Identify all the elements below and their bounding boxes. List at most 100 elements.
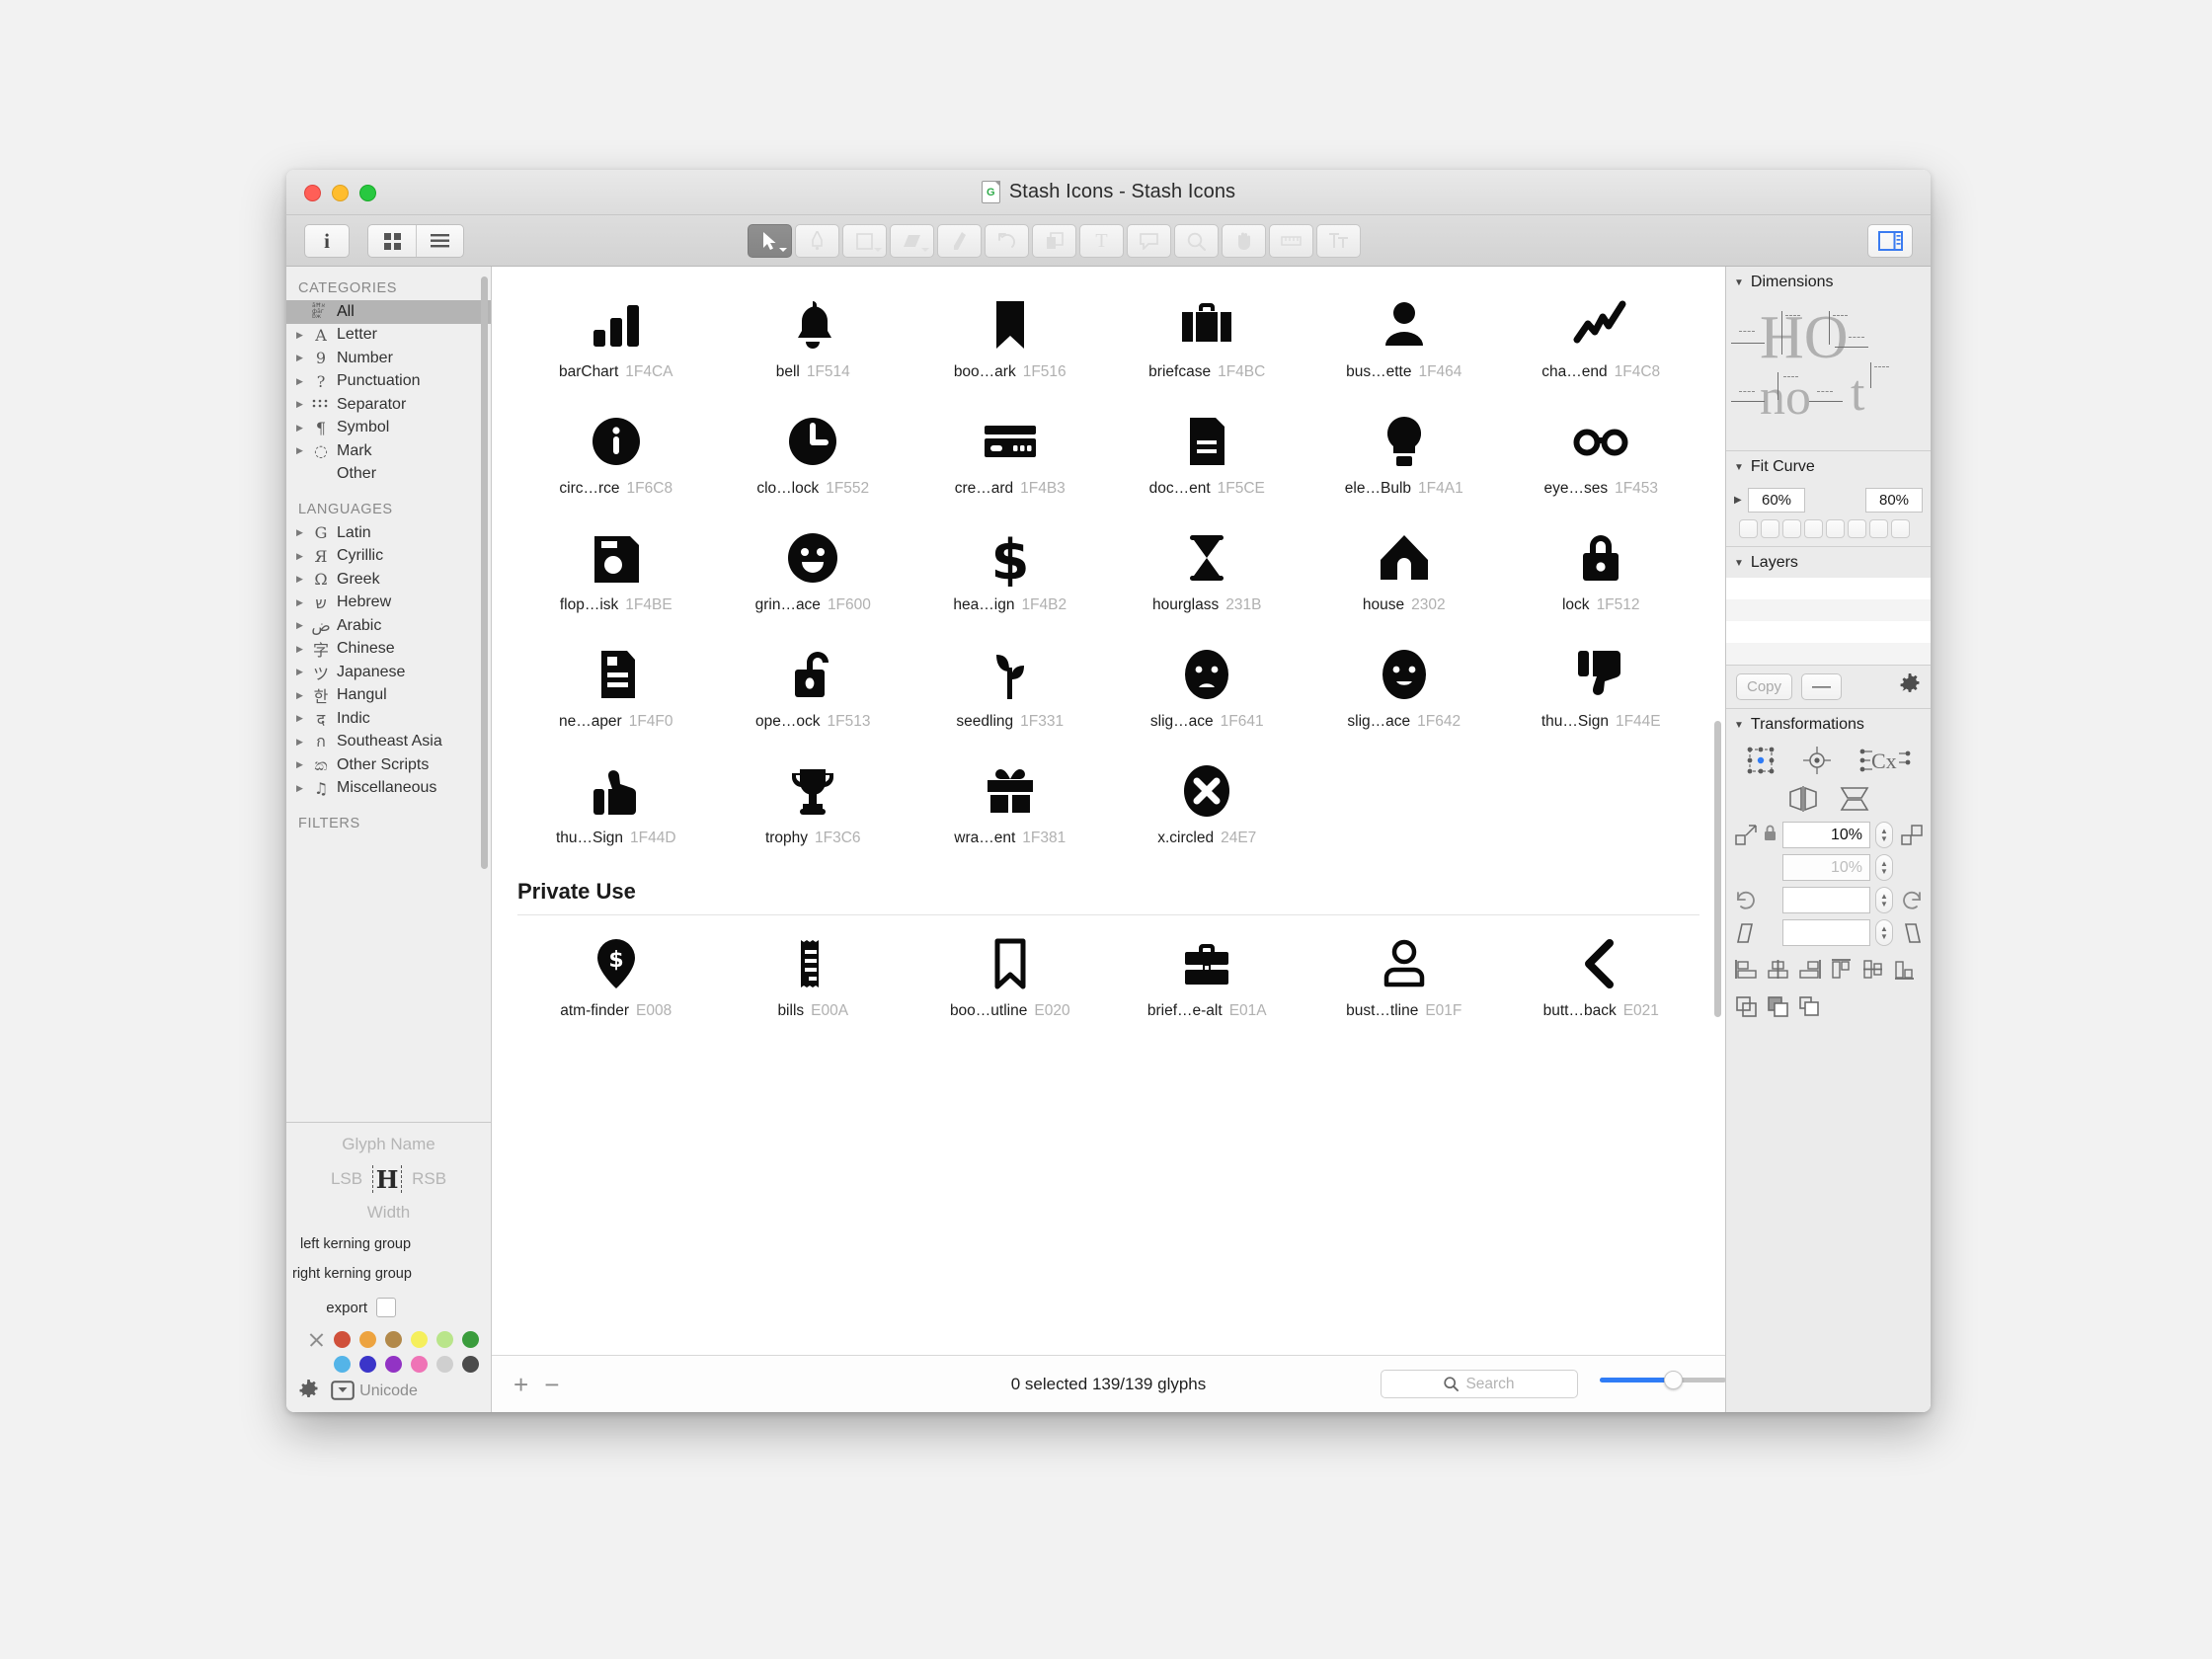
disclosure-triangle-icon[interactable]: ▶: [294, 667, 305, 677]
list-view-button[interactable]: [416, 225, 463, 257]
sidebar-item-cyrillic[interactable]: ▶ Я Cyrillic: [286, 545, 491, 569]
sidebar-item-indic[interactable]: ▶ द Indic: [286, 707, 491, 731]
zoom-slider-knob[interactable]: [1664, 1371, 1684, 1389]
union-shapes-icon[interactable]: [1734, 994, 1759, 1024]
color-swatch-2-0[interactable]: [334, 1356, 351, 1373]
scale-y-input[interactable]: 10%: [1782, 854, 1870, 881]
color-swatch-2-1[interactable]: [359, 1356, 376, 1373]
scale-x-input[interactable]: 10%: [1782, 822, 1870, 848]
transform-bounds-icon[interactable]: [1746, 746, 1776, 780]
glyph-cell[interactable]: bills E00A: [715, 921, 912, 1038]
fit-curve-expand-icon[interactable]: ▶: [1734, 495, 1748, 506]
measure-tool[interactable]: [1269, 224, 1313, 258]
slant-input[interactable]: [1782, 919, 1870, 946]
pencil-tool[interactable]: [937, 224, 982, 258]
glyph-cell[interactable]: hourglass 231B: [1109, 515, 1306, 632]
disclosure-triangle-icon[interactable]: ▶: [294, 783, 305, 794]
sidebar-item-arabic[interactable]: ▶ ض Arabic: [286, 614, 491, 638]
color-swatch-2-4[interactable]: [436, 1356, 453, 1373]
rotate-ccw-icon[interactable]: [1732, 890, 1759, 911]
layers-section-header[interactable]: ▼ Layers: [1726, 547, 1931, 578]
fit-curve-preset-5[interactable]: [1848, 519, 1866, 538]
glyph-cell[interactable]: trophy 1F3C6: [715, 749, 912, 865]
fit-curve-preset-0[interactable]: [1739, 519, 1758, 538]
info-button[interactable]: i: [304, 224, 350, 258]
sidebar-item-hangul[interactable]: ▶ 한 Hangul: [286, 684, 491, 708]
glyph-cell[interactable]: brief…e-alt E01A: [1109, 921, 1306, 1038]
sidebar-item-miscellaneous[interactable]: ▶ ♫ Miscellaneous: [286, 777, 491, 801]
glyph-cell[interactable]: briefcase 1F4BC: [1109, 282, 1306, 399]
export-checkbox[interactable]: [376, 1298, 396, 1317]
sidebar-item-latin[interactable]: ▶ G Latin: [286, 521, 491, 545]
fit-curve-preset-2[interactable]: [1782, 519, 1801, 538]
glyph-cell[interactable]: wra…ent 1F381: [911, 749, 1109, 865]
scale-down-icon[interactable]: [1732, 824, 1759, 846]
pen-tool[interactable]: [795, 224, 839, 258]
fit-curve-section-header[interactable]: ▼ Fit Curve: [1726, 451, 1931, 482]
layer-row[interactable]: [1726, 599, 1931, 621]
remove-layer-button[interactable]: —: [1801, 673, 1843, 700]
shape-tool[interactable]: [842, 224, 887, 258]
glyph-cell[interactable]: slig…ace 1F642: [1305, 632, 1503, 749]
sidebar-item-symbol[interactable]: ▶ ¶ Symbol: [286, 417, 491, 440]
disclosure-triangle-icon[interactable]: ▶: [294, 574, 305, 585]
lock-proportions-icon[interactable]: [1764, 825, 1778, 846]
fit-curve-preset-1[interactable]: [1761, 519, 1779, 538]
disclosure-triangle-icon[interactable]: ▶: [294, 690, 305, 701]
glyph-cell[interactable]: eye…ses 1F453: [1503, 399, 1700, 515]
glyph-cell[interactable]: bell 1F514: [715, 282, 912, 399]
glyph-cell[interactable]: $ hea…ign 1F4B2: [911, 515, 1109, 632]
hand-tool[interactable]: [1222, 224, 1266, 258]
transform-tool[interactable]: [1032, 224, 1076, 258]
disclosure-triangle-icon[interactable]: ▶: [294, 399, 305, 410]
glyph-cell[interactable]: x.circled 24E7: [1109, 749, 1306, 865]
disclosure-triangle-icon[interactable]: ▶: [294, 423, 305, 434]
layer-row[interactable]: [1726, 643, 1931, 665]
disclosure-triangle-icon[interactable]: ▼: [1734, 462, 1744, 473]
search-input[interactable]: Search: [1381, 1370, 1578, 1398]
layers-list[interactable]: [1726, 578, 1931, 665]
disclosure-triangle-icon[interactable]: ▶: [294, 644, 305, 655]
flip-vertical-icon[interactable]: [1840, 786, 1869, 817]
disclosure-triangle-icon[interactable]: ▶: [294, 376, 305, 387]
transform-metrics-icon[interactable]: Cx: [1859, 747, 1911, 779]
slant-right-icon[interactable]: [1898, 922, 1925, 944]
disclosure-triangle-icon[interactable]: ▶: [294, 713, 305, 724]
glyph-cell[interactable]: flop…isk 1F4BE: [517, 515, 715, 632]
glyph-cell[interactable]: thu…Sign 1F44E: [1503, 632, 1700, 749]
dimensions-section-header[interactable]: ▼ Dimensions: [1726, 267, 1931, 297]
sidebar-item-chinese[interactable]: ▶ 字 Chinese: [286, 638, 491, 662]
color-swatch-1-2[interactable]: [385, 1331, 402, 1348]
glyph-cell[interactable]: barChart 1F4CA: [517, 282, 715, 399]
disclosure-triangle-icon[interactable]: ▶: [294, 759, 305, 770]
transform-center-icon[interactable]: [1802, 746, 1832, 780]
rotate-cw-icon[interactable]: [1898, 890, 1925, 911]
glyph-cell[interactable]: grin…ace 1F600: [715, 515, 912, 632]
layer-gear-icon[interactable]: [1899, 673, 1921, 700]
transformations-section-header[interactable]: ▼ Transformations: [1726, 709, 1931, 740]
disclosure-triangle-icon[interactable]: ▶: [294, 597, 305, 608]
scale-up-icon[interactable]: [1898, 824, 1925, 846]
select-tool[interactable]: [748, 224, 792, 258]
align-bottom-icon[interactable]: [1892, 957, 1917, 987]
no-color-icon[interactable]: [308, 1331, 325, 1348]
glyph-cell[interactable]: house 2302: [1305, 515, 1503, 632]
glyph-cell[interactable]: circ…rce 1F6C8: [517, 399, 715, 515]
sidebar-item-punctuation[interactable]: ▶? Punctuation: [286, 370, 491, 394]
glyph-cell[interactable]: seedling 1F331: [911, 632, 1109, 749]
eraser-tool[interactable]: [890, 224, 934, 258]
remove-glyph-button[interactable]: −: [544, 1372, 559, 1397]
disclosure-triangle-icon[interactable]: ▼: [1734, 558, 1744, 569]
glyph-cell[interactable]: butt…back E021: [1503, 921, 1700, 1038]
glyph-cell[interactable]: cre…ard 1F4B3: [911, 399, 1109, 515]
color-swatch-1-4[interactable]: [436, 1331, 453, 1348]
align-top-icon[interactable]: [1829, 957, 1854, 987]
fit-curve-preset-6[interactable]: [1869, 519, 1888, 538]
slant-left-icon[interactable]: [1732, 922, 1759, 944]
glyph-cell[interactable]: slig…ace 1F641: [1109, 632, 1306, 749]
sidebar-item-japanese[interactable]: ▶ ツ Japanese: [286, 661, 491, 684]
glyph-cell[interactable]: bust…tline E01F: [1305, 921, 1503, 1038]
sidebar-item-other-scripts[interactable]: ▶ ක Other Scripts: [286, 753, 491, 777]
chevron-down-box-icon[interactable]: [331, 1380, 355, 1404]
scale-x-stepper[interactable]: ▲ ▼: [1875, 822, 1893, 848]
